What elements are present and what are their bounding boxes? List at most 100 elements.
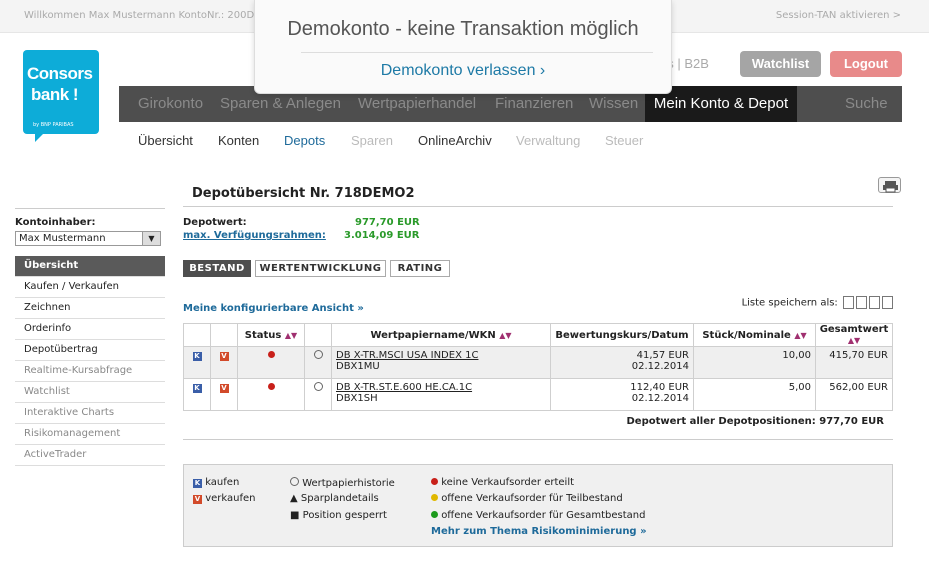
legend-box: K kaufen V verkaufen Wertpapierhistorie … xyxy=(183,464,893,547)
tab-rating[interactable]: RATING xyxy=(390,260,450,277)
sidebar-item-realtime[interactable]: Realtime-Kursabfrage xyxy=(15,361,165,382)
sparplan-icon: ▲ xyxy=(290,493,298,504)
nav-girokonto[interactable]: Girokonto xyxy=(138,95,203,112)
history-clock-icon xyxy=(290,477,299,486)
table-header-row: Status ▲▼ Wertpapiername/WKN ▲▼ Bewertun… xyxy=(183,323,893,347)
verkaufen-icon[interactable]: V xyxy=(219,352,229,361)
print-icon[interactable] xyxy=(878,177,901,193)
col-bewertungskurs: Bewertungskurs/Datum xyxy=(550,323,694,347)
security-wkn: DBX1SH xyxy=(336,393,378,404)
logo-text-2: bank ! xyxy=(31,85,79,104)
session-tan-link[interactable]: Session-TAN aktivieren > xyxy=(776,10,901,21)
depot-table: Status ▲▼ Wertpapiername/WKN ▲▼ Bewertun… xyxy=(183,323,893,411)
legend-verkaufen: V verkaufen xyxy=(193,493,256,504)
config-view-link[interactable]: Meine konfigurierbare Ansicht » xyxy=(183,303,364,314)
consorsbank-logo[interactable]: Consors bank ! by BNP PARIBAS xyxy=(23,50,99,142)
col-wertpapiername[interactable]: Wertpapiername/WKN ▲▼ xyxy=(331,323,551,347)
security-name-link[interactable]: DB X-TR.MSCI USA INDEX 1C xyxy=(336,350,478,361)
verfuegung-value: 3.014,09 EUR xyxy=(344,230,420,241)
sidebar-item-orderinfo[interactable]: Orderinfo xyxy=(15,319,165,340)
txt-icon[interactable] xyxy=(882,296,893,309)
sidebar-item-depotuebertrag[interactable]: Depotübertrag xyxy=(15,340,165,361)
welcome-text: Willkommen Max Mustermann KontoNr.: 200D… xyxy=(24,10,261,21)
stueck: 10,00 xyxy=(693,346,816,379)
verkaufen-icon: V xyxy=(193,495,202,504)
nav-wissen[interactable]: Wissen xyxy=(589,95,638,112)
kaufen-icon: K xyxy=(193,479,202,488)
history-clock-icon[interactable] xyxy=(313,350,323,359)
legend-gesamt: offene Verkaufsorder für Gesamtbestand xyxy=(431,510,646,521)
total-depot-value: Depotwert aller Depotpositionen: 977,70 … xyxy=(626,416,884,427)
status-red-dot-icon xyxy=(267,351,275,358)
gesamtwert: 562,00 EUR xyxy=(815,378,893,411)
col-gesamtwert[interactable]: Gesamtwert ▲▼ xyxy=(815,323,893,347)
subnav-verwaltung[interactable]: Verwaltung xyxy=(516,133,580,148)
watchlist-button[interactable]: Watchlist xyxy=(740,51,821,77)
nav-search[interactable]: Suche xyxy=(845,95,888,112)
yellow-dot-icon xyxy=(431,494,438,501)
subnav-sparen[interactable]: Sparen xyxy=(351,133,393,148)
total-divider xyxy=(183,439,893,440)
kurs: 112,40 EUR xyxy=(630,382,689,393)
col-status[interactable]: Status ▲▼ xyxy=(237,323,305,347)
sidebar-item-uebersicht[interactable]: Übersicht xyxy=(15,256,165,277)
demo-message: Demokonto - keine Transaktion möglich xyxy=(287,18,639,40)
green-dot-icon xyxy=(431,511,438,518)
save-list: Liste speichern als: xyxy=(742,296,893,309)
sidebar-menu: Übersicht Kaufen / Verkaufen Zeichnen Or… xyxy=(15,256,165,466)
security-wkn: DBX1MU xyxy=(336,361,380,372)
nav-finanzieren[interactable]: Finanzieren xyxy=(495,95,573,112)
subnav-depots[interactable]: Depots xyxy=(284,133,325,148)
nav-sparen-anlegen[interactable]: Sparen & Anlegen xyxy=(220,95,341,112)
subnav-steuer[interactable]: Steuer xyxy=(605,133,643,148)
subnav-uebersicht[interactable]: Übersicht xyxy=(138,133,193,148)
verfuegung-link[interactable]: max. Verfügungsrahmen: xyxy=(183,230,326,241)
legend-sparplan: ▲ Sparplandetails xyxy=(290,493,379,504)
kurs: 41,57 EUR xyxy=(636,350,689,361)
kaufen-icon[interactable]: K xyxy=(192,352,202,361)
csv-icon[interactable] xyxy=(869,296,880,309)
owner-select[interactable]: Max Mustermann ▼ xyxy=(15,231,161,246)
chevron-down-icon[interactable]: ▼ xyxy=(142,232,160,245)
owner-value: Max Mustermann xyxy=(19,233,106,244)
depotwert-label: Depotwert: xyxy=(183,217,247,228)
excel-icon[interactable] xyxy=(843,296,854,309)
datum: 02.12.2014 xyxy=(631,393,689,404)
overlay-divider xyxy=(301,52,653,53)
logo-text-3: by BNP PARIBAS xyxy=(33,122,74,128)
leave-demo-link[interactable]: Demokonto verlassen › xyxy=(255,62,671,80)
title-divider xyxy=(183,206,893,207)
save-list-label: Liste speichern als: xyxy=(741,297,838,309)
col-stueck[interactable]: Stück/Nominale ▲▼ xyxy=(693,323,816,347)
nav-wertpapierhandel[interactable]: Wertpapierhandel xyxy=(358,95,476,112)
tab-bestand[interactable]: BESTAND xyxy=(183,260,251,277)
logout-button[interactable]: Logout xyxy=(830,51,902,77)
security-name-link[interactable]: DB X-TR.ST.E.600 HE.CA.1C xyxy=(336,382,472,393)
datum: 02.12.2014 xyxy=(631,361,689,372)
legend-teil: offene Verkaufsorder für Teilbestand xyxy=(431,493,623,504)
subnav-onlinearchiv[interactable]: OnlineArchiv xyxy=(418,133,492,148)
tab-wertentwicklung[interactable]: WERTENTWICKLUNG xyxy=(255,260,386,277)
table-row: K V DB X-TR.ST.E.600 HE.CA.1C DBX1SH 112,… xyxy=(183,378,893,411)
history-clock-icon[interactable] xyxy=(313,382,323,391)
verkaufen-icon[interactable]: V xyxy=(219,384,229,393)
lock-icon: ■ xyxy=(290,510,300,521)
owner-label: Kontoinhaber: xyxy=(15,208,165,228)
legend-gesperrt: ■ Position gesperrt xyxy=(290,510,387,521)
sidebar-item-activetrader[interactable]: ActiveTrader xyxy=(15,445,165,466)
stueck: 5,00 xyxy=(693,378,816,411)
pdf-icon[interactable] xyxy=(856,296,867,309)
table-row: K V DB X-TR.MSCI USA INDEX 1C DBX1MU 41,5… xyxy=(183,346,893,379)
sidebar-item-watchlist[interactable]: Watchlist xyxy=(15,382,165,403)
sidebar-item-zeichnen[interactable]: Zeichnen xyxy=(15,298,165,319)
subnav-konten[interactable]: Konten xyxy=(218,133,259,148)
risk-info-link[interactable]: Mehr zum Thema Risikominimierung » xyxy=(431,526,647,537)
red-dot-icon xyxy=(431,478,438,485)
kaufen-icon[interactable]: K xyxy=(192,384,202,393)
sidebar: Kontoinhaber: Max Mustermann ▼ xyxy=(15,208,165,246)
legend-keine: keine Verkaufsorder erteilt xyxy=(431,477,574,488)
gesamtwert: 415,70 EUR xyxy=(815,346,893,379)
sidebar-item-risiko[interactable]: Risikomanagement xyxy=(15,424,165,445)
sidebar-item-kaufen-verkaufen[interactable]: Kaufen / Verkaufen xyxy=(15,277,165,298)
sidebar-item-charts[interactable]: Interaktive Charts xyxy=(15,403,165,424)
